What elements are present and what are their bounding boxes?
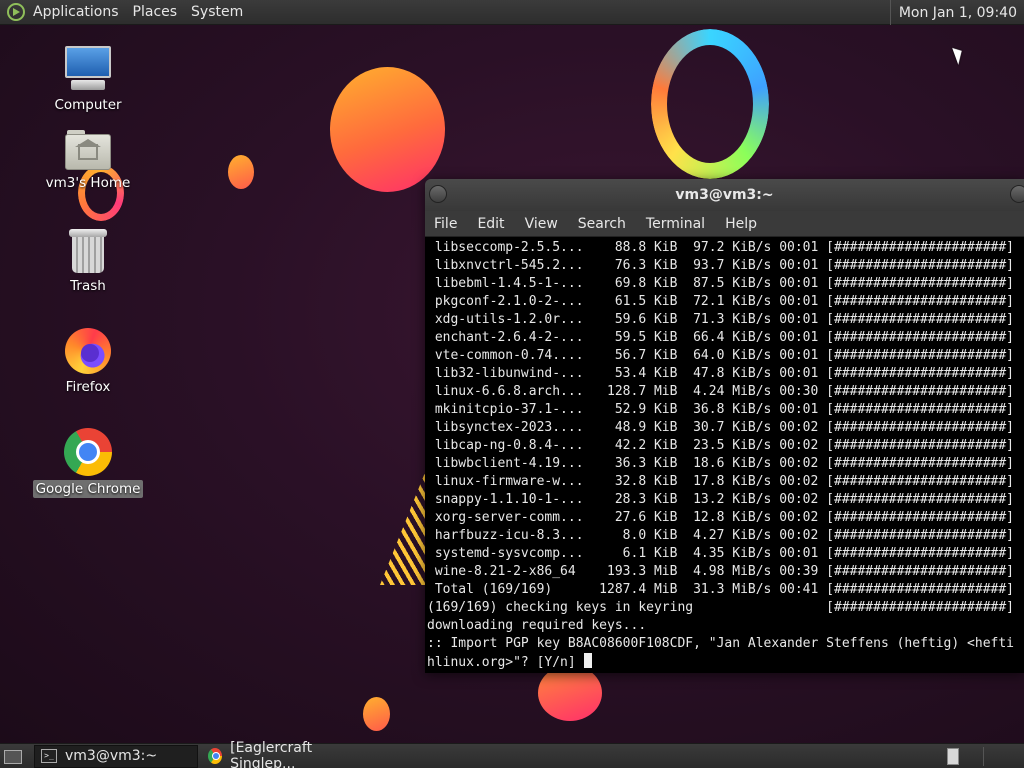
- taskbar-item-label: [Eaglercraft Singlep...: [230, 740, 313, 768]
- desktop-icon-label: Firefox: [65, 379, 111, 395]
- terminal-line: vte-common-0.74.... 56.7 KiB 64.0 KiB/s …: [427, 348, 1014, 363]
- terminal-line: downloading required keys...: [427, 618, 647, 633]
- home-folder-icon: [65, 130, 111, 170]
- terminal-line: xorg-server-comm... 27.6 KiB 12.8 KiB/s …: [427, 510, 1014, 525]
- menu-view[interactable]: View: [525, 216, 558, 232]
- window-menu-button[interactable]: [429, 185, 447, 203]
- terminal-menubar: File Edit View Search Terminal Help: [425, 211, 1024, 237]
- terminal-line: (169/169) checking keys in keyring [####…: [427, 600, 1014, 615]
- desktop-icon-label: vm3's Home: [45, 175, 131, 191]
- terminal-line: libwbclient-4.19... 36.3 KiB 18.6 KiB/s …: [427, 456, 1014, 471]
- chrome-icon: [208, 748, 223, 764]
- terminal-line: libxnvctrl-545.2... 76.3 KiB 93.7 KiB/s …: [427, 258, 1014, 273]
- terminal-line: libebml-1.4.5-1-... 69.8 KiB 87.5 KiB/s …: [427, 276, 1014, 291]
- menu-help[interactable]: Help: [725, 216, 757, 232]
- menu-terminal[interactable]: Terminal: [646, 216, 705, 232]
- desktop-icon-label: Google Chrome: [32, 480, 144, 498]
- taskbar-item-terminal[interactable]: >_ vm3@vm3:~: [34, 744, 198, 768]
- desktop-icon-home[interactable]: vm3's Home: [33, 130, 143, 192]
- terminal-line: xdg-utils-1.2.0r... 59.6 KiB 71.3 KiB/s …: [427, 312, 1014, 327]
- desktop-icon-trash[interactable]: Trash: [33, 229, 143, 295]
- firefox-icon: [65, 328, 111, 374]
- desktop-icon-chrome[interactable]: Google Chrome: [32, 428, 144, 498]
- text-cursor: [583, 653, 592, 668]
- window-control-button[interactable]: [1010, 185, 1024, 203]
- workspace-switcher[interactable]: [947, 748, 959, 765]
- wallpaper-small-blob: [228, 155, 254, 189]
- terminal-line: linux-6.6.8.arch... 128.7 MiB 4.24 MiB/s…: [427, 384, 1014, 399]
- wallpaper-stripes: [380, 465, 428, 585]
- clock[interactable]: Mon Jan 1, 09:40: [889, 0, 1024, 25]
- menu-edit[interactable]: Edit: [477, 216, 504, 232]
- terminal-line: enchant-2.6.4-2-... 59.5 KiB 66.4 KiB/s …: [427, 330, 1014, 345]
- desktop-icon-label: Trash: [70, 278, 106, 294]
- taskbar-item-label: vm3@vm3:~: [65, 748, 158, 764]
- terminal-prompt-text: hlinux.org>"? [Y/n]: [427, 655, 584, 670]
- terminal-line: wine-8.21-2-x86_64 193.3 MiB 4.98 MiB/s …: [427, 564, 1014, 579]
- terminal-prompt-line[interactable]: hlinux.org>"? [Y/n]: [427, 653, 1024, 672]
- terminal-line: pkgconf-2.1.0-2-... 61.5 KiB 72.1 KiB/s …: [427, 294, 1014, 309]
- trash-icon: [69, 229, 107, 273]
- desktop-icon-label: Computer: [54, 97, 122, 113]
- taskbar-item-chrome[interactable]: [Eaglercraft Singlep...: [202, 740, 370, 768]
- mate-menu-icon[interactable]: [7, 3, 25, 21]
- menu-file[interactable]: File: [434, 216, 457, 232]
- terminal-line: mkinitcpio-37.1-... 52.9 KiB 36.8 KiB/s …: [427, 402, 1014, 417]
- wallpaper-rainbow-ring: [651, 29, 769, 179]
- tray-divider: [983, 747, 984, 766]
- wallpaper-bottom-blob: [363, 697, 390, 731]
- menu-search[interactable]: Search: [578, 216, 626, 232]
- chrome-icon: [64, 428, 112, 476]
- terminal-window[interactable]: vm3@vm3:~ File Edit View Search Terminal…: [425, 179, 1024, 673]
- terminal-icon: >_: [41, 749, 57, 763]
- terminal-line: lib32-libunwind-... 53.4 KiB 47.8 KiB/s …: [427, 366, 1014, 381]
- terminal-titlebar[interactable]: vm3@vm3:~: [425, 179, 1024, 211]
- terminal-line: :: Import PGP key B8AC08600F108CDF, "Jan…: [427, 636, 1014, 651]
- terminal-line: linux-firmware-w... 32.8 KiB 17.8 KiB/s …: [427, 474, 1014, 489]
- bottom-taskbar: >_ vm3@vm3:~ [Eaglercraft Singlep...: [0, 740, 1024, 768]
- terminal-line: libseccomp-2.5.5... 88.8 KiB 97.2 KiB/s …: [427, 240, 1014, 255]
- terminal-line: harfbuzz-icu-8.3... 8.0 KiB 4.27 KiB/s 0…: [427, 528, 1014, 543]
- desktop-icon-computer[interactable]: Computer: [33, 46, 143, 114]
- terminal-line: libcap-ng-0.8.4-... 42.2 KiB 23.5 KiB/s …: [427, 438, 1014, 453]
- system-menu[interactable]: System: [191, 4, 243, 20]
- terminal-line: libsynctex-2023.... 48.9 KiB 30.7 KiB/s …: [427, 420, 1014, 435]
- show-desktop-icon[interactable]: [2, 747, 24, 765]
- computer-icon: [63, 46, 113, 92]
- places-menu[interactable]: Places: [133, 4, 178, 20]
- desktop-icon-firefox[interactable]: Firefox: [33, 328, 143, 396]
- terminal-line: Total (169/169) 1287.4 MiB 31.3 MiB/s 00…: [427, 582, 1014, 597]
- terminal-output[interactable]: libseccomp-2.5.5... 88.8 KiB 97.2 KiB/s …: [425, 237, 1024, 673]
- top-panel: Applications Places System Mon Jan 1, 09…: [0, 0, 1024, 25]
- wallpaper-orange-blob: [330, 67, 445, 192]
- applications-menu[interactable]: Applications: [33, 4, 119, 20]
- terminal-line: systemd-sysvcomp... 6.1 KiB 4.35 KiB/s 0…: [427, 546, 1014, 561]
- terminal-line: snappy-1.1.10-1-... 28.3 KiB 13.2 KiB/s …: [427, 492, 1014, 507]
- terminal-title: vm3@vm3:~: [675, 187, 774, 203]
- wallpaper-pink-blob: [538, 665, 602, 721]
